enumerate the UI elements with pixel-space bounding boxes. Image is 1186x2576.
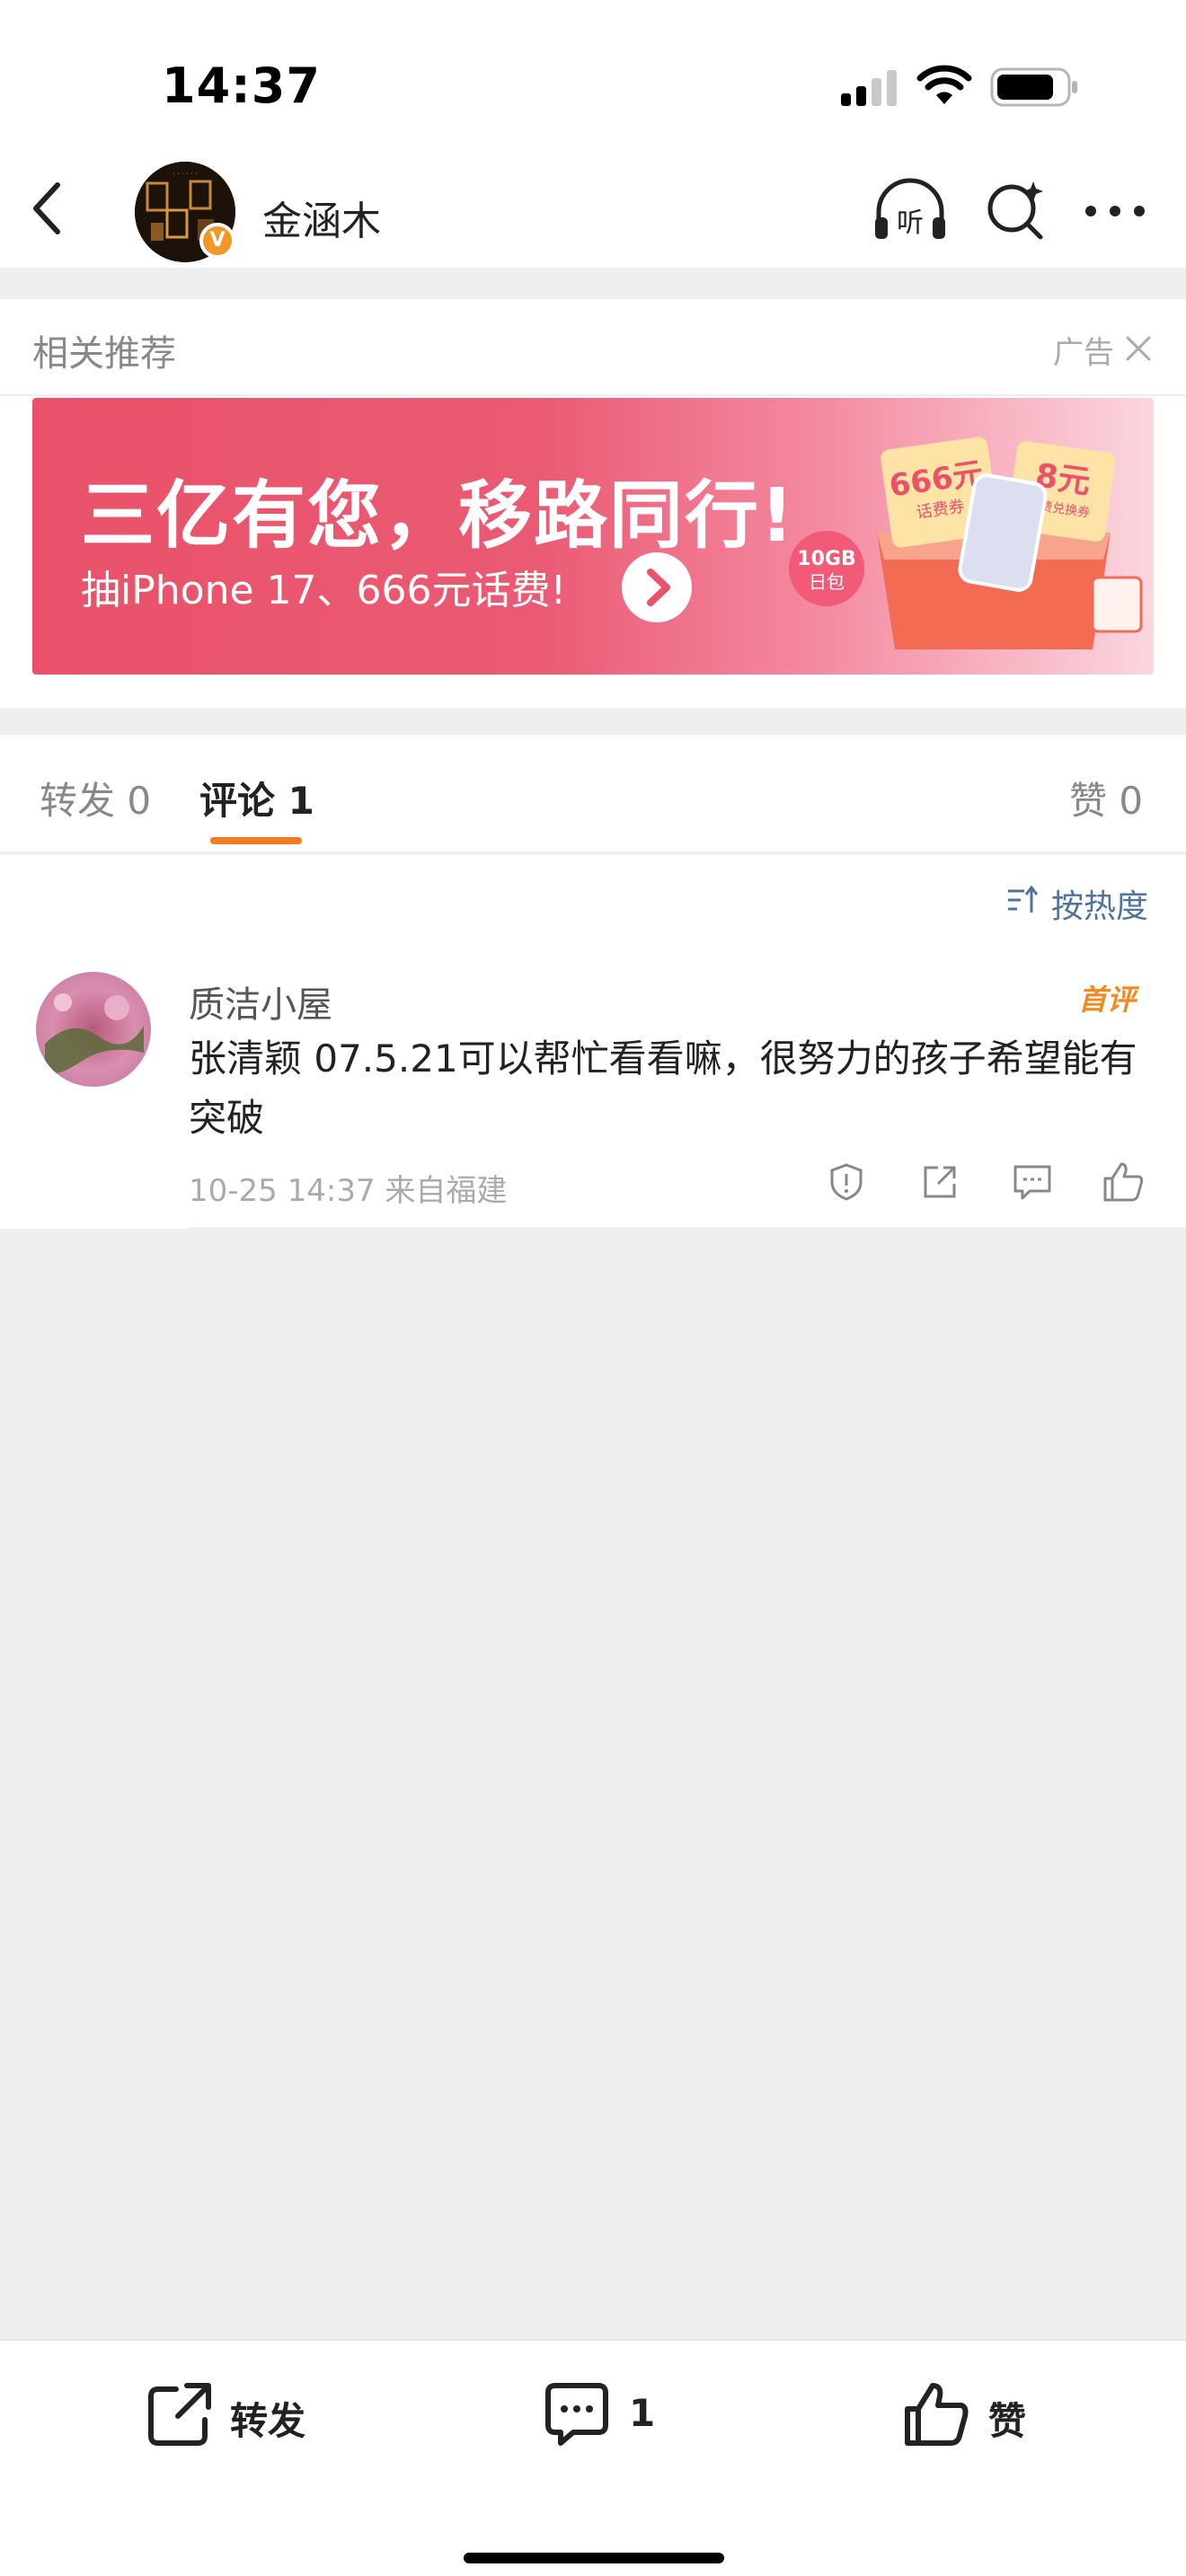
banner-subline: 抽iPhone 17、666元话费!	[81, 568, 567, 613]
comment-meta: 10-25 14:37 来自福建	[189, 1173, 508, 1209]
repost-button-label[interactable]: 转发	[230, 2391, 305, 2446]
wifi-icon	[916, 65, 972, 104]
comment-text: 张清颖 07.5.21可以帮忙看看嘛，很努力的孩子希望能有突破	[189, 1037, 1137, 1140]
sort-label[interactable]: 按热度	[1051, 880, 1148, 927]
repost-icon[interactable]	[146, 2380, 214, 2448]
tab-like[interactable]: 赞 0	[1069, 771, 1143, 825]
comment-count[interactable]: 1	[629, 2391, 655, 2435]
signal-icon	[841, 70, 897, 106]
battery-icon	[990, 67, 1077, 107]
like-button-label[interactable]: 赞	[988, 2391, 1026, 2446]
share-icon[interactable]	[920, 1162, 960, 1202]
first-comment-badge: 首评	[1078, 983, 1137, 1017]
verified-badge-icon: V	[199, 223, 235, 259]
tag-10gb-sub: 日包	[809, 571, 845, 593]
headphones-listen-icon[interactable]: 听	[872, 178, 949, 243]
close-icon[interactable]	[1125, 335, 1152, 362]
tab-comment[interactable]: 评论 1	[199, 771, 314, 825]
tag-10gb: 10GB	[797, 548, 855, 570]
divider	[0, 394, 1186, 396]
home-indicator	[464, 2553, 724, 2563]
tab-repost[interactable]: 转发 0	[40, 771, 151, 825]
back-icon[interactable]	[27, 180, 72, 237]
chevron-right-icon	[622, 552, 692, 622]
bottom-action-bar: 转发 1 赞	[0, 2339, 1186, 2576]
status-bar: 14:37	[0, 0, 1186, 153]
banner-headline: 三亿有您，移路同行!	[81, 473, 796, 559]
user-name[interactable]: 金涵木	[262, 189, 381, 246]
ad-label: 广告	[1053, 335, 1114, 371]
divider	[189, 1227, 1186, 1229]
gift-box-illustration-icon: 666元 话费券 8元 话费兑换券 10GB 日包	[789, 437, 1143, 649]
sort-icon[interactable]	[1005, 882, 1040, 918]
recommendation-card: 相关推荐 广告 三亿有您，移路同行! 抽iPhone 17、666元话费! 66…	[0, 299, 1186, 708]
comment-section: 按热度 质洁小屋 首评 张清颖 07.5.21可以帮忙看看嘛，很努力的孩子希望能…	[0, 855, 1186, 1229]
comment-icon[interactable]	[543, 2380, 611, 2448]
like-icon[interactable]	[902, 2380, 970, 2448]
comment-icon[interactable]	[1012, 1162, 1053, 1202]
svg-text:· · · · · ·: · · · · · ·	[173, 170, 198, 178]
more-icon[interactable]	[1084, 198, 1146, 225]
recommendation-title: 相关推荐	[32, 333, 176, 375]
ad-banner[interactable]: 三亿有您，移路同行! 抽iPhone 17、666元话费! 666元 话费券 8…	[32, 398, 1154, 675]
search-sparkle-icon[interactable]	[983, 178, 1048, 243]
active-tab-indicator	[210, 837, 302, 844]
commenter-avatar[interactable]	[36, 972, 151, 1087]
status-time: 14:37	[162, 57, 321, 114]
svg-text:听: 听	[897, 207, 924, 239]
like-icon[interactable]	[1102, 1160, 1145, 1204]
commenter-name[interactable]: 质洁小屋	[189, 975, 332, 1028]
tabs-bar: 转发 0 评论 1 赞 0	[0, 735, 1186, 853]
report-icon[interactable]	[827, 1162, 866, 1202]
header: · · · · · · V 金涵木 听	[0, 153, 1186, 268]
